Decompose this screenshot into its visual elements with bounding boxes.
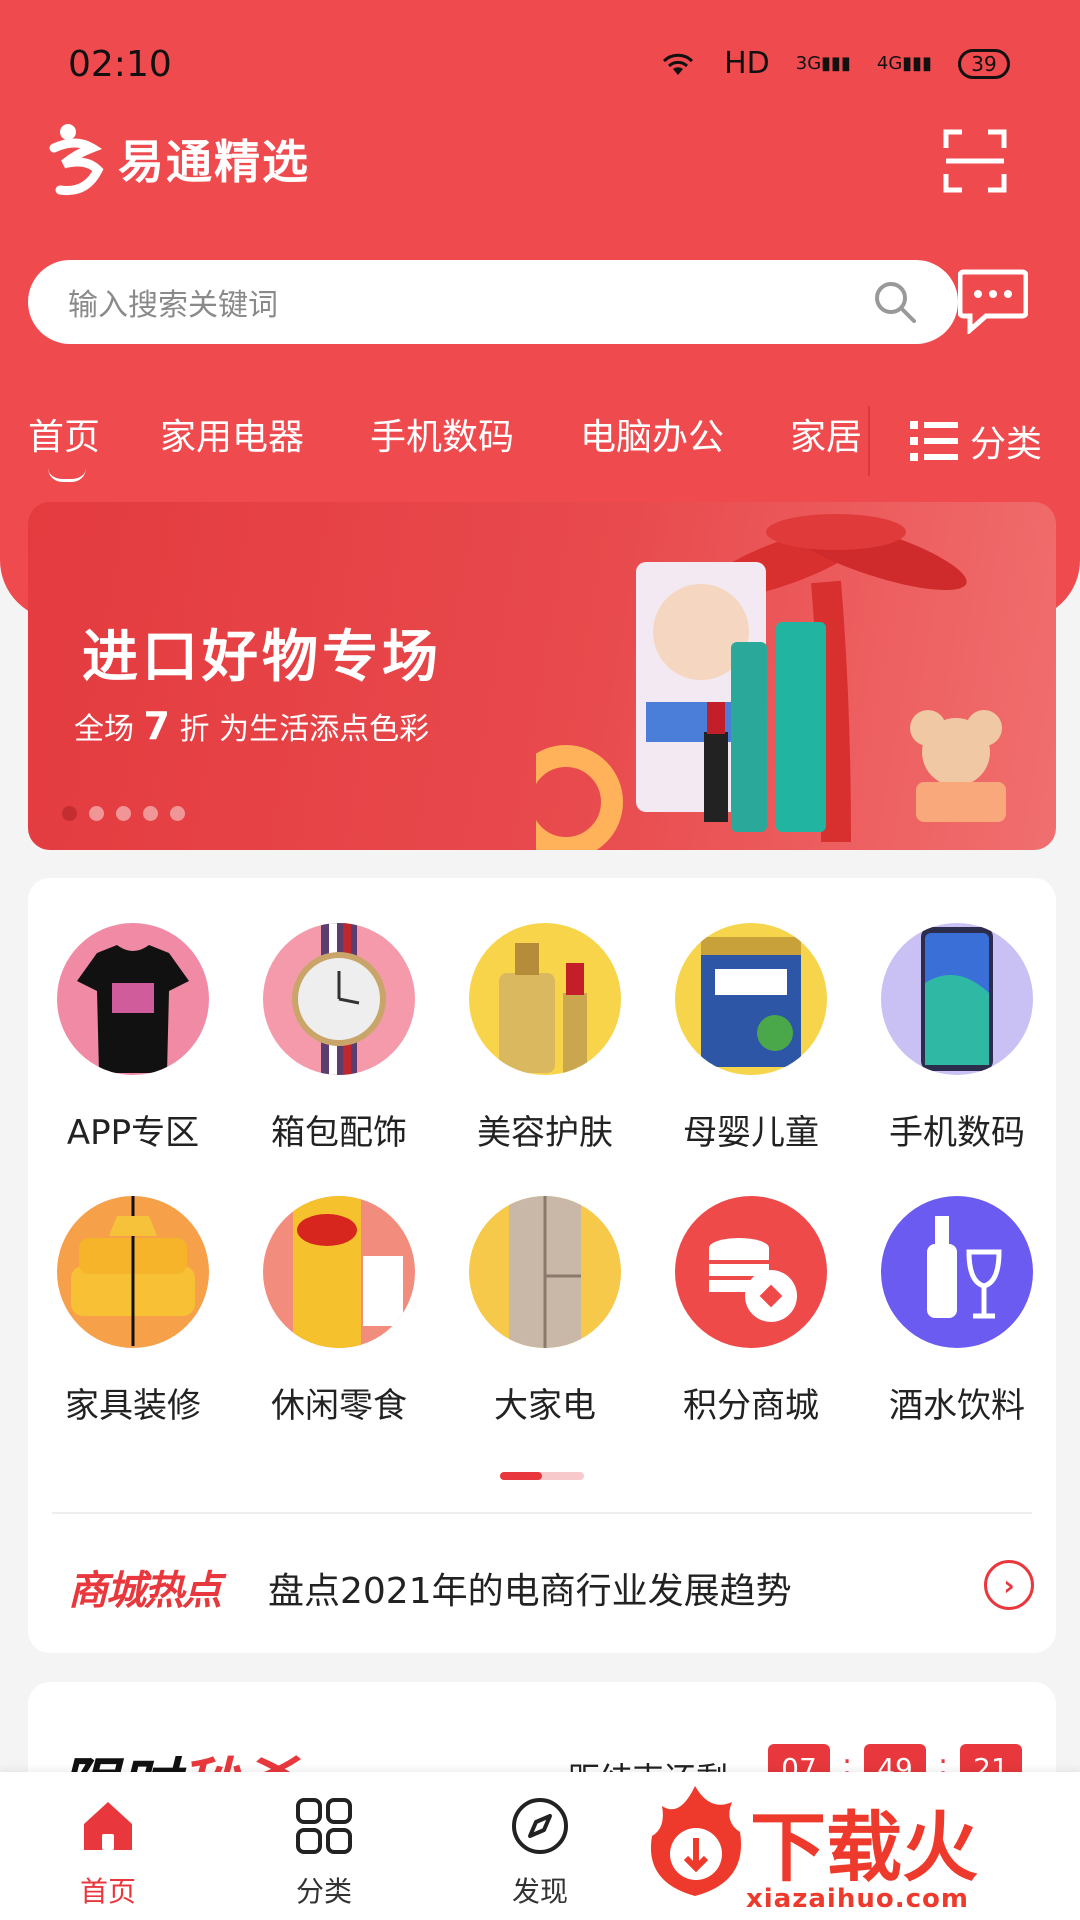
pagination-dot[interactable] xyxy=(62,806,77,821)
signal-3g-icon: 3G▮▮▮ xyxy=(795,53,851,74)
grid-item-app-zone[interactable]: APP专区 xyxy=(38,923,228,1154)
grid-item-drinks[interactable]: 酒水饮料 xyxy=(862,1196,1052,1427)
banner-subtitle: 全场 7 折 为生活添点色彩 xyxy=(74,704,429,748)
fridge-icon xyxy=(469,1196,621,1348)
search-placeholder: 输入搜索关键词 xyxy=(68,288,278,323)
brand-logo-icon xyxy=(49,124,104,196)
nav-category[interactable]: 分类 xyxy=(254,1796,394,1910)
search-input[interactable]: 输入搜索关键词 xyxy=(28,260,958,344)
grid-item-label: 大家电 xyxy=(494,1386,596,1426)
milk-powder-icon xyxy=(675,923,827,1075)
chips-icon xyxy=(263,1196,415,1348)
coins-icon xyxy=(675,1196,827,1348)
grid-item-label: 家具装修 xyxy=(65,1386,201,1426)
grid-item-label: 休闲零食 xyxy=(271,1386,407,1426)
banner-title: 进口好物专场 xyxy=(82,625,442,690)
hot-news-logo: 商城热点 xyxy=(68,1568,222,1614)
grid-item-digital[interactable]: 手机数码 xyxy=(862,923,1052,1154)
grid-page-indicator xyxy=(500,1472,584,1480)
tab-appliances[interactable]: 家用电器 xyxy=(160,408,304,460)
more-categories-label: 分类 xyxy=(969,424,1042,465)
cosmetics-icon xyxy=(469,923,621,1075)
grid-item-label: 母婴儿童 xyxy=(683,1113,819,1153)
nav-discover[interactable]: 发现 xyxy=(470,1796,610,1910)
grid-item-furniture[interactable]: 家具装修 xyxy=(38,1196,228,1427)
search-icon[interactable] xyxy=(872,279,918,325)
grid-item-label: 美容护肤 xyxy=(477,1113,613,1153)
tab-home-living[interactable]: 家居 xyxy=(790,408,862,460)
battery-icon: 39 xyxy=(958,48,1010,79)
grid-icon xyxy=(296,1798,352,1854)
status-icons: HD 3G▮▮▮ 4G▮▮▮ 39 xyxy=(658,46,1010,81)
grid-item-baby[interactable]: 母婴儿童 xyxy=(656,923,846,1154)
grid-item-label: 手机数码 xyxy=(889,1113,1025,1153)
divider xyxy=(52,1512,1032,1514)
hot-news-text[interactable]: 盘点2021年的电商行业发展趋势 xyxy=(268,1562,792,1614)
nav-home[interactable]: 首页 xyxy=(38,1796,178,1910)
grid-item-label: 积分商城 xyxy=(683,1386,819,1426)
nav-label: 分类 xyxy=(295,1875,352,1908)
nav-label: 发现 xyxy=(511,1875,568,1908)
status-bar: 02:10 HD 3G▮▮▮ 4G▮▮▮ 39 xyxy=(0,0,1080,130)
more-categories-button[interactable]: 分类 xyxy=(867,406,1042,476)
compass-icon xyxy=(512,1798,568,1854)
grid-item-label: APP专区 xyxy=(66,1113,200,1153)
grid-item-points-mall[interactable]: 积分商城 xyxy=(656,1196,846,1427)
banner-sub-suffix: 折 为生活添点色彩 xyxy=(179,712,430,747)
category-grid-card: APP专区 箱包配饰 美容护肤 母婴儿童 手机数码 家具装修 休闲零食 大家电 … xyxy=(28,878,1056,1653)
watermark-text: 下载火 xyxy=(750,1803,978,1892)
pagination-dot[interactable] xyxy=(143,806,158,821)
pagination-dot[interactable] xyxy=(170,806,185,821)
sofa-icon xyxy=(57,1196,209,1348)
brand: 易通精选 xyxy=(46,118,310,200)
watch-icon xyxy=(263,923,415,1075)
tab-computers[interactable]: 电脑办公 xyxy=(580,408,724,460)
tab-home[interactable]: 首页 xyxy=(28,408,100,460)
network-label: HD xyxy=(724,46,770,81)
chevron-right-icon[interactable]: › xyxy=(984,1560,1034,1610)
promo-banner[interactable]: 进口好物专场 全场 7 折 为生活添点色彩 xyxy=(28,502,1056,850)
battery-level: 39 xyxy=(971,51,997,76)
tshirt-icon xyxy=(57,923,209,1075)
scan-icon[interactable] xyxy=(942,128,1008,194)
phone-icon xyxy=(881,923,1033,1075)
nav-label: 首页 xyxy=(79,1875,136,1908)
status-time: 02:10 xyxy=(68,44,172,85)
home-icon xyxy=(84,1802,132,1850)
grid-item-label: 箱包配饰 xyxy=(271,1113,407,1153)
pagination-dot[interactable] xyxy=(89,806,104,821)
banner-pagination xyxy=(62,806,185,821)
watermark-url: xiazaihuo.com xyxy=(746,1884,969,1914)
tab-phones[interactable]: 手机数码 xyxy=(370,408,514,460)
message-icon[interactable] xyxy=(958,268,1028,334)
grid-item-label: 酒水饮料 xyxy=(889,1386,1025,1426)
flash-sale-card: 限时秒杀 距结束还剩 07 : 49 : 21 xyxy=(28,1682,1056,1782)
grid-page-indicator-active xyxy=(500,1472,542,1480)
signal-4g-label: 4G xyxy=(876,53,903,74)
grid-item-appliances[interactable]: 大家电 xyxy=(450,1196,640,1427)
grid-item-snacks[interactable]: 休闲零食 xyxy=(244,1196,434,1427)
signal-4g-icon: 4G▮▮▮ xyxy=(876,53,932,74)
list-icon xyxy=(909,421,958,461)
wine-icon xyxy=(881,1196,1033,1348)
grid-item-beauty[interactable]: 美容护肤 xyxy=(450,923,640,1154)
watermark: 下载火 xiazaihuo.com xyxy=(640,1778,1080,1920)
banner-sub-prefix: 全场 xyxy=(74,712,134,747)
brand-name: 易通精选 xyxy=(118,135,310,189)
watermark-logo-icon xyxy=(650,1786,742,1896)
signal-3g-label: 3G xyxy=(795,53,822,74)
pagination-dot[interactable] xyxy=(116,806,131,821)
grid-item-bags[interactable]: 箱包配饰 xyxy=(244,923,434,1154)
wifi-icon xyxy=(663,53,694,75)
banner-sub-number: 7 xyxy=(143,704,170,748)
banner-product-image xyxy=(536,514,1006,850)
